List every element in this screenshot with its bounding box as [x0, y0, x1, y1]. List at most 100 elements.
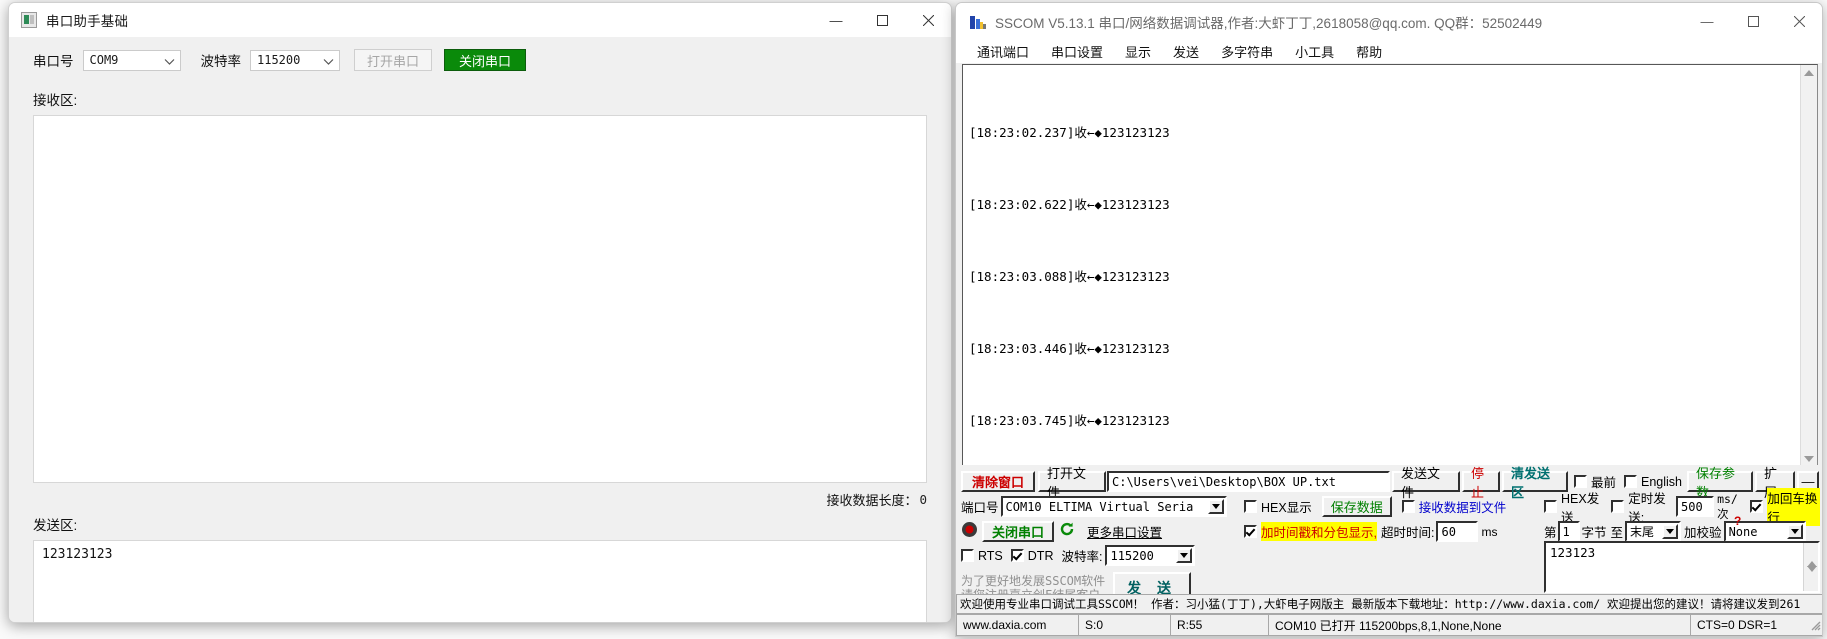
- stop-button[interactable]: 停止: [1461, 466, 1500, 500]
- baud-select[interactable]: 115200: [250, 49, 340, 71]
- more-port-settings-link[interactable]: 更多串口设置: [1087, 522, 1162, 541]
- chevron-down-icon: [164, 58, 174, 65]
- checkbox-icon: [1401, 500, 1415, 513]
- sscom-send-textarea[interactable]: 123123: [1544, 541, 1820, 593]
- sscom-window-title: SSCOM V5.13.1 串口/网络数据调试器,作者:大虾丁丁,2618058…: [995, 15, 1543, 31]
- help-marker-icon[interactable]: ?: [1734, 514, 1741, 528]
- receive-line: [18:23:02.622]收←◆123123123: [969, 197, 1170, 212]
- menu-item-display[interactable]: 显示: [1114, 42, 1162, 61]
- close-port-button[interactable]: 关闭串口: [982, 521, 1054, 542]
- file-path-input[interactable]: C:\Users\vei\Desktop\BOX UP.txt: [1107, 471, 1390, 492]
- maximize-button[interactable]: [1730, 3, 1776, 40]
- chevron-down-icon[interactable]: [1662, 524, 1679, 539]
- close-port-button[interactable]: 关闭串口: [444, 49, 527, 71]
- hex-display-checkbox[interactable]: HEX显示: [1244, 497, 1312, 516]
- desktop: 串口助手基础 — 串口号 COM9 波特率 115200 打开串口 关闭串口 接…: [0, 0, 1827, 639]
- minimize-button[interactable]: —: [1684, 3, 1730, 40]
- checkbox-icon: [1624, 475, 1637, 488]
- english-checkbox[interactable]: English: [1624, 475, 1682, 489]
- port-select[interactable]: COM10 ELTIMA Virtual Seria: [1000, 496, 1227, 517]
- close-button[interactable]: [1776, 3, 1822, 40]
- byte-index-input[interactable]: 1: [1557, 521, 1580, 542]
- checkbox-icon: [1544, 500, 1557, 513]
- dtr-checkbox[interactable]: DTR: [1010, 548, 1054, 563]
- baud-label: 波特率: [200, 54, 242, 69]
- port-actions-row: 关闭串口 更多串口设置: [961, 521, 1238, 542]
- flow-control-row: RTS DTR 波特率: 115200: [961, 545, 1238, 566]
- menu-item-comm-port[interactable]: 通讯端口: [966, 42, 1040, 61]
- hex-display-label: HEX显示: [1261, 501, 1312, 515]
- receive-line: [18:23:03.088]收←◆123123123: [969, 269, 1170, 284]
- sscom-receive-text: [18:23:02.237]收←◆123123123 [18:23:02.622…: [963, 65, 1817, 467]
- display-options-row: HEX显示 保存数据 接收数据到文件: [1244, 496, 1536, 517]
- baud-select-value: 115200: [1110, 548, 1154, 563]
- receive-section-label: 接收区:: [33, 93, 78, 108]
- append-crlf-checkbox[interactable]: 加回车换行: [1750, 487, 1820, 526]
- checksum-value: None: [1728, 524, 1758, 539]
- sscom-window: SSCOM V5.13.1 串口/网络数据调试器,作者:大虾丁丁,2618058…: [955, 2, 1823, 637]
- chevron-down-icon[interactable]: [1786, 524, 1803, 539]
- timestamp-checkbox[interactable]: 加时间戳和分包显示,: [1244, 522, 1377, 541]
- receive-textarea[interactable]: [33, 115, 927, 483]
- checkbox-icon: [1573, 475, 1587, 488]
- send-file-button[interactable]: 发送文件: [1391, 466, 1460, 500]
- maximize-button[interactable]: [859, 3, 905, 37]
- scroll-up-icon[interactable]: [1807, 544, 1817, 567]
- recv-to-file-checkbox[interactable]: 接收数据到文件: [1401, 497, 1506, 516]
- receive-line: [18:23:03.446]收←◆123123123: [969, 341, 1170, 356]
- left-window-controls: —: [813, 3, 951, 37]
- sscom-titlebar[interactable]: SSCOM V5.13.1 串口/网络数据调试器,作者:大虾丁丁,2618058…: [956, 3, 1822, 40]
- rts-checkbox[interactable]: RTS: [961, 549, 1003, 563]
- sscom-receive-area[interactable]: [18:23:02.237]收←◆123123123 [18:23:02.622…: [962, 64, 1818, 468]
- byte-prefix-label: 第: [1544, 526, 1557, 540]
- status-cts-dsr: CTS=0 DSR=1: [1690, 614, 1822, 636]
- register-note-line-1: 为了更好地发展SSCOM软件: [961, 574, 1106, 588]
- clear-window-button[interactable]: 清除窗口: [961, 471, 1035, 492]
- append-crlf-label: 加回车换行: [1767, 487, 1820, 526]
- menu-item-help[interactable]: 帮助: [1345, 42, 1393, 61]
- receive-scrollbar[interactable]: [1800, 65, 1817, 467]
- scroll-up-icon[interactable]: [1801, 65, 1817, 81]
- timeout-unit: ms: [1481, 524, 1498, 539]
- status-site[interactable]: www.daxia.com: [956, 614, 1078, 636]
- receive-line: [18:23:03.745]收←◆123123123: [969, 413, 1170, 428]
- menu-item-multi-string[interactable]: 多字符串: [1210, 42, 1284, 61]
- timeout-input[interactable]: 60: [1436, 521, 1479, 542]
- send-options-row: HEX发送 定时发送: 500 ms/次 加回车换行: [1544, 487, 1820, 526]
- port-select-value: COM10 ELTIMA Virtual Seria: [1005, 499, 1194, 514]
- resize-grip-icon[interactable]: [1808, 618, 1821, 634]
- minimize-button[interactable]: —: [813, 3, 859, 37]
- baud-select[interactable]: 115200: [1105, 545, 1196, 566]
- timed-send-checkbox[interactable]: 定时发送:: [1611, 488, 1673, 526]
- timestamp-label: 加时间戳和分包显示,: [1261, 522, 1377, 541]
- open-port-button[interactable]: 打开串口: [354, 49, 433, 71]
- serial-assistant-window: 串口助手基础 — 串口号 COM9 波特率 115200 打开串口 关闭串口 接…: [8, 2, 952, 623]
- hex-send-checkbox[interactable]: HEX发送: [1544, 488, 1603, 526]
- dtr-label: DTR: [1027, 548, 1054, 563]
- checkbox-icon: [1244, 525, 1257, 538]
- chevron-down-icon: [323, 58, 334, 65]
- scroll-down-icon[interactable]: [1807, 566, 1817, 590]
- save-params-button[interactable]: 保存参数: [1687, 466, 1753, 500]
- timestamp-row: 加时间戳和分包显示, 超时时间: 60 ms: [1244, 521, 1536, 542]
- menu-item-send[interactable]: 发送: [1162, 42, 1210, 61]
- left-window-titlebar[interactable]: 串口助手基础 —: [9, 3, 951, 37]
- chevron-down-icon[interactable]: [1176, 548, 1193, 563]
- save-data-button[interactable]: 保存数据: [1321, 496, 1392, 517]
- close-button[interactable]: [905, 3, 951, 37]
- chevron-down-icon[interactable]: [1207, 499, 1224, 514]
- to-label: 至: [1610, 526, 1624, 540]
- menu-item-serial-settings[interactable]: 串口设置: [1040, 42, 1114, 61]
- send-textarea[interactable]: 123123123: [33, 540, 927, 622]
- timeout-label: 超时时间:: [1380, 526, 1435, 540]
- open-file-button[interactable]: 打开文件: [1038, 466, 1106, 500]
- byte-end-select[interactable]: 末尾: [1625, 521, 1682, 542]
- refresh-icon[interactable]: [1059, 521, 1075, 542]
- timed-send-input[interactable]: 500: [1676, 496, 1715, 517]
- port-select[interactable]: COM9: [82, 49, 181, 71]
- port-select-value: COM9: [89, 53, 119, 67]
- sscom-send-options-group: HEX发送 定时发送: 500 ms/次 加回车换行 第 1 字节 至 末尾 加…: [1544, 487, 1820, 542]
- menu-item-tools[interactable]: 小工具: [1284, 42, 1345, 61]
- send-area-scrollbar[interactable]: [1803, 543, 1818, 591]
- hex-send-label: HEX发送: [1561, 491, 1600, 525]
